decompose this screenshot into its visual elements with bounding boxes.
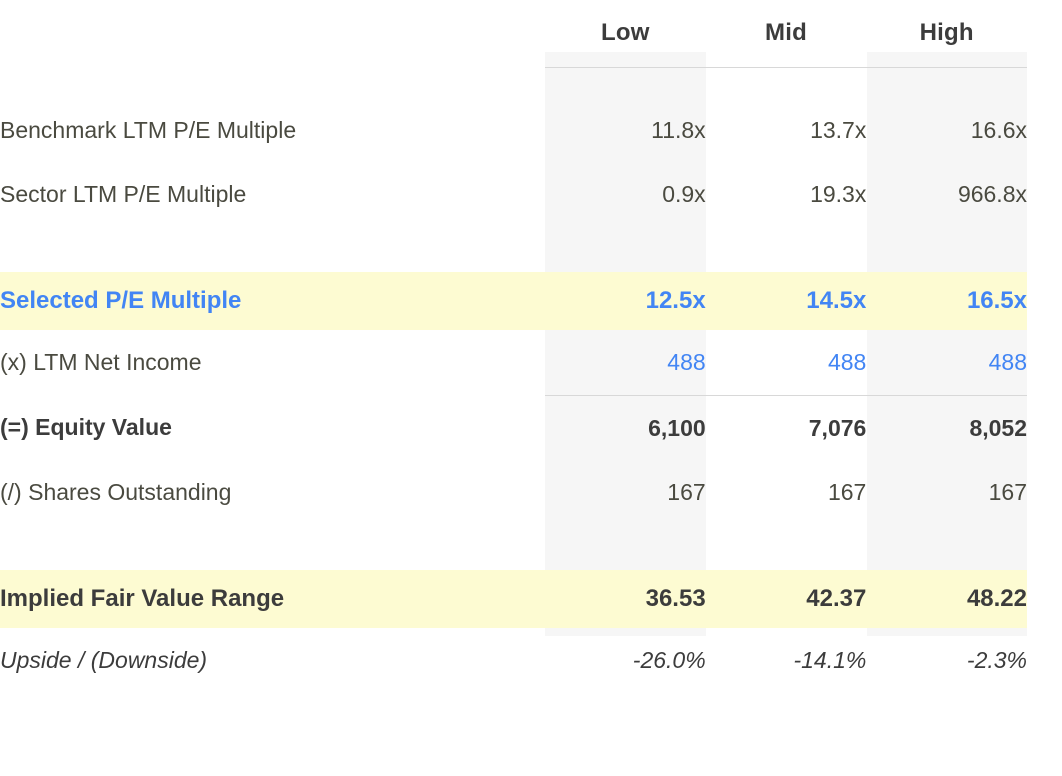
spacer-cell bbox=[545, 524, 706, 570]
row-label: Implied Fair Value Range bbox=[0, 570, 546, 628]
spacer-cell bbox=[0, 68, 545, 99]
row-value-low: 0.9x bbox=[662, 180, 706, 207]
row-value-mid: 7,076 bbox=[808, 414, 867, 441]
row-value-high: 16.5x bbox=[866, 272, 1027, 330]
row-value-low: 488 bbox=[667, 348, 706, 375]
row-value-mid: 19.3x bbox=[810, 180, 867, 207]
row-value-high: 8,052 bbox=[969, 414, 1027, 441]
spacer-cell bbox=[866, 68, 1027, 99]
row-label: (x) LTM Net Income bbox=[0, 348, 202, 375]
row-value-high: -2.3% bbox=[966, 646, 1027, 673]
spacer-cell bbox=[706, 524, 867, 570]
row-value-low: -26.0% bbox=[632, 646, 706, 673]
valuation-summary-table: Low Mid High Benchmark LTM P/E Multiple … bbox=[0, 0, 1062, 776]
spacer-cell bbox=[0, 226, 545, 272]
table-row: (x) LTM Net Income 488 488 488 bbox=[0, 330, 1027, 394]
pe-valuation-table: Low Mid High Benchmark LTM P/E Multiple … bbox=[0, 0, 1027, 692]
table-row-upside-downside: Upside / (Downside) -26.0% -14.1% -2.3% bbox=[0, 628, 1027, 692]
row-value-mid: -14.1% bbox=[793, 646, 867, 673]
table-row-selected-multiple: Selected P/E Multiple 12.5x 14.5x 16.5x bbox=[0, 272, 1027, 330]
table-header-row: Low Mid High bbox=[0, 0, 1027, 66]
row-value-high: 48.22 bbox=[866, 570, 1027, 628]
header-label-blank bbox=[0, 0, 545, 66]
row-label: (/) Shares Outstanding bbox=[0, 478, 232, 505]
row-value-mid: 14.5x bbox=[705, 272, 867, 330]
spacer-cell bbox=[706, 68, 867, 99]
row-value-mid: 42.37 bbox=[705, 570, 867, 628]
row-label: Selected P/E Multiple bbox=[0, 272, 546, 330]
spacer-after-header bbox=[0, 68, 1027, 99]
row-value-low: 167 bbox=[667, 478, 706, 505]
row-label: Sector LTM P/E Multiple bbox=[0, 180, 247, 207]
row-value-high: 16.6x bbox=[970, 116, 1027, 143]
spacer-cell bbox=[866, 524, 1027, 570]
spacer-before-selected bbox=[0, 226, 1027, 272]
row-value-mid: 13.7x bbox=[810, 116, 867, 143]
header-high: High bbox=[919, 19, 974, 46]
row-value-low: 11.8x bbox=[651, 116, 706, 143]
row-label: Benchmark LTM P/E Multiple bbox=[0, 116, 297, 143]
row-label: Upside / (Downside) bbox=[0, 646, 208, 673]
spacer-cell bbox=[545, 226, 706, 272]
table-row: Sector LTM P/E Multiple 0.9x 19.3x 966.8… bbox=[0, 162, 1027, 226]
row-value-low: 12.5x bbox=[545, 272, 706, 330]
row-label: (=) Equity Value bbox=[0, 414, 172, 441]
row-value-low: 36.53 bbox=[545, 570, 706, 628]
spacer-before-summary bbox=[0, 524, 1027, 570]
header-low: Low bbox=[601, 19, 650, 46]
spacer-cell bbox=[706, 226, 867, 272]
header-mid: Mid bbox=[765, 19, 807, 46]
row-value-mid: 488 bbox=[827, 348, 867, 375]
spacer-cell bbox=[0, 524, 545, 570]
table-row: Benchmark LTM P/E Multiple 11.8x 13.7x 1… bbox=[0, 98, 1027, 162]
row-value-mid: 167 bbox=[827, 478, 867, 505]
spacer-cell bbox=[866, 226, 1027, 272]
row-value-high: 966.8x bbox=[957, 180, 1027, 207]
row-value-high: 167 bbox=[988, 478, 1027, 505]
row-value-low: 6,100 bbox=[648, 414, 706, 441]
table-row-equity-value: (=) Equity Value 6,100 7,076 8,052 bbox=[0, 396, 1027, 461]
table-row-implied-fair-value: Implied Fair Value Range 36.53 42.37 48.… bbox=[0, 570, 1027, 628]
spacer-cell bbox=[545, 68, 706, 99]
table-row: (/) Shares Outstanding 167 167 167 bbox=[0, 460, 1027, 524]
row-value-high: 488 bbox=[988, 348, 1027, 375]
